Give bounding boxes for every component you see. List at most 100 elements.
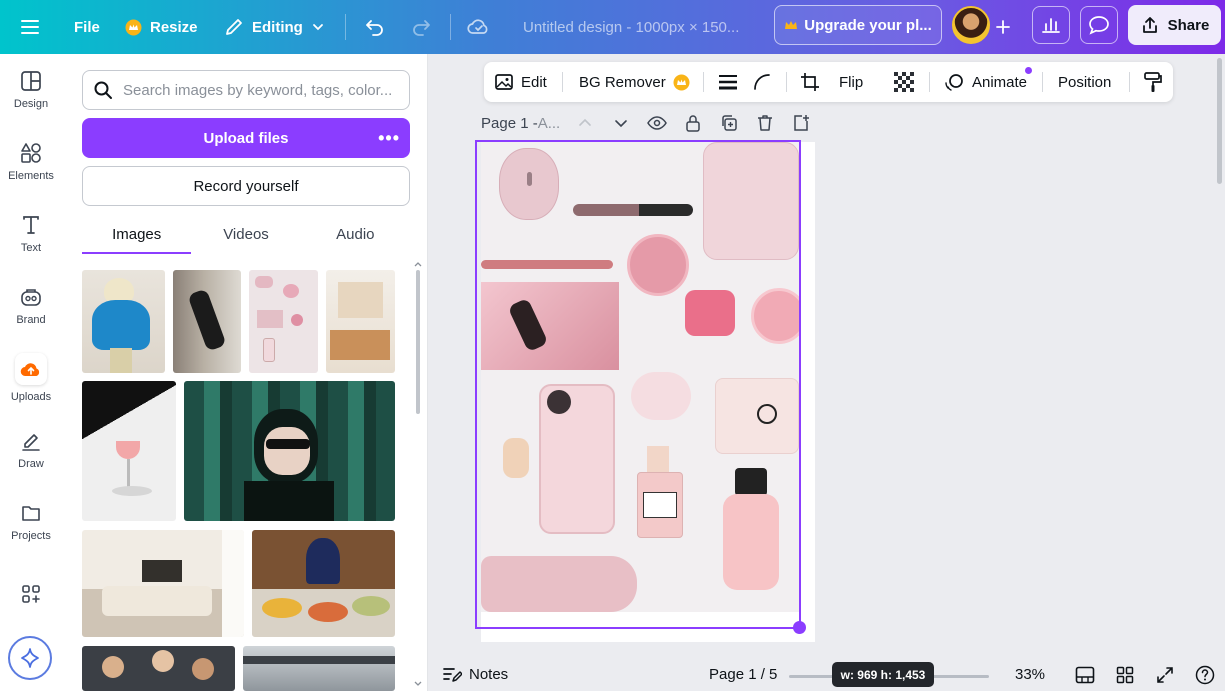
- upload-thumbnail[interactable]: [82, 530, 244, 637]
- copy-style-button[interactable]: [1143, 62, 1163, 102]
- save-status-button[interactable]: [467, 0, 491, 54]
- edit-image-button[interactable]: Edit: [494, 62, 547, 102]
- notes-button[interactable]: Notes: [442, 658, 508, 691]
- crown-icon: [785, 21, 798, 29]
- upload-thumbnail[interactable]: [243, 646, 395, 691]
- media-tabs: Images Videos Audio: [82, 214, 410, 254]
- rail-item-brand[interactable]: Brand: [0, 270, 62, 342]
- scroll-up-icon[interactable]: [414, 260, 422, 268]
- sparkle-icon: [21, 648, 39, 668]
- size-tooltip-text: w: 969 h: 1,453: [840, 667, 926, 682]
- search-input[interactable]: [123, 81, 393, 99]
- help-button[interactable]: [1195, 658, 1215, 691]
- document-title[interactable]: Untitled design - 1000px × 150...: [523, 0, 739, 54]
- rail-item-draw[interactable]: Draw: [0, 414, 62, 486]
- search-icon: [94, 81, 112, 99]
- flip-button[interactable]: Flip: [839, 62, 863, 102]
- image-edit-icon: [495, 74, 513, 90]
- transparency-button[interactable]: [893, 62, 915, 102]
- page-header[interactable]: Page 1 - A...: [481, 110, 560, 136]
- insights-button[interactable]: [1032, 6, 1070, 44]
- tab-videos[interactable]: Videos: [191, 214, 300, 254]
- upload-thumbnail[interactable]: [173, 270, 241, 373]
- page-indicator[interactable]: Page 1 / 5: [709, 658, 777, 691]
- upload-thumbnail[interactable]: [326, 270, 395, 373]
- selection-frame: [475, 140, 801, 629]
- editing-label: Editing: [252, 18, 303, 36]
- fullscreen-button[interactable]: [1156, 658, 1174, 691]
- cloud-check-icon: [467, 19, 488, 34]
- hide-page-button[interactable]: [646, 112, 668, 134]
- eye-icon: [647, 116, 667, 130]
- chevron-up-icon: [579, 118, 591, 126]
- scroll-down-icon[interactable]: [414, 680, 422, 688]
- upload-files-button[interactable]: Upload files •••: [82, 118, 410, 158]
- duplicate-page-button[interactable]: [718, 112, 740, 134]
- lock-icon: [686, 115, 700, 132]
- delete-page-button[interactable]: [754, 112, 776, 134]
- corner-rounding-button[interactable]: [752, 62, 772, 102]
- file-menu-button[interactable]: File: [74, 0, 100, 54]
- add-page-button[interactable]: [790, 112, 812, 134]
- folder-icon: [22, 506, 40, 521]
- lock-page-button[interactable]: [682, 112, 704, 134]
- notes-icon: [443, 667, 462, 682]
- bg-remover-button[interactable]: BG Remover: [579, 62, 690, 102]
- redo-button[interactable]: [410, 0, 432, 54]
- page-indicator-text: Page 1 / 5: [709, 666, 778, 683]
- animate-icon: [945, 74, 963, 91]
- page-up-button[interactable]: [574, 112, 596, 134]
- rail-item-design[interactable]: Design: [0, 54, 62, 126]
- hamburger-icon: [21, 20, 39, 34]
- upload-thumbnail[interactable]: [82, 646, 235, 691]
- upload-thumbnail[interactable]: [82, 381, 176, 521]
- editing-mode-button[interactable]: Editing: [224, 0, 325, 54]
- crop-button[interactable]: [800, 62, 820, 102]
- resize-button[interactable]: Resize: [125, 0, 198, 54]
- magic-assistant-button[interactable]: [8, 636, 52, 680]
- panel-scroll-thumb[interactable]: [416, 270, 420, 414]
- more-options-icon[interactable]: •••: [378, 128, 400, 149]
- canvas-scrollbar[interactable]: [1217, 58, 1222, 184]
- redo-icon: [413, 20, 430, 36]
- context-toolbar: Edit BG Remover Flip Animate Position: [484, 62, 1173, 102]
- record-yourself-button[interactable]: Record yourself: [82, 166, 410, 206]
- search-box[interactable]: [82, 70, 410, 110]
- help-icon: [1195, 665, 1215, 684]
- page-down-button[interactable]: [610, 112, 632, 134]
- undo-button[interactable]: [364, 0, 386, 54]
- rail-item-apps[interactable]: [0, 558, 62, 630]
- divider: [929, 72, 930, 92]
- text-icon: [23, 216, 39, 234]
- share-button[interactable]: Share: [1128, 5, 1221, 45]
- tab-images[interactable]: Images: [82, 214, 192, 254]
- resize-handle[interactable]: [793, 621, 806, 634]
- tab-label: Images: [112, 225, 162, 243]
- upload-thumbnail[interactable]: [82, 270, 165, 373]
- flip-label: Flip: [839, 73, 864, 91]
- apps-icon: [22, 585, 40, 603]
- divider: [1042, 72, 1043, 92]
- bar-chart-icon: [1042, 18, 1060, 33]
- border-style-button[interactable]: [718, 62, 738, 102]
- upload-thumbnail[interactable]: [184, 381, 395, 521]
- page-title-placeholder[interactable]: A...: [538, 115, 561, 132]
- upload-thumbnail[interactable]: [249, 270, 318, 373]
- upload-thumbnail[interactable]: [252, 530, 395, 637]
- main-menu-button[interactable]: [20, 0, 40, 54]
- add-collaborator-button[interactable]: [994, 0, 1012, 54]
- animate-button[interactable]: Animate: [943, 62, 1032, 102]
- rail-item-text[interactable]: Text: [0, 198, 62, 270]
- rail-item-uploads[interactable]: Uploads: [0, 342, 62, 414]
- position-button[interactable]: Position: [1058, 62, 1111, 102]
- pages-view-button[interactable]: [1075, 658, 1095, 691]
- rail-item-projects[interactable]: Projects: [0, 486, 62, 558]
- comments-button[interactable]: [1080, 6, 1118, 44]
- upgrade-button[interactable]: Upgrade your pl...: [774, 5, 942, 45]
- animate-label: Animate: [972, 73, 1028, 91]
- zoom-level[interactable]: 33%: [1015, 658, 1045, 691]
- tab-audio[interactable]: Audio: [301, 214, 410, 254]
- rail-item-elements[interactable]: Elements: [0, 126, 62, 198]
- grid-view-button[interactable]: [1116, 658, 1134, 691]
- avatar[interactable]: [952, 6, 990, 44]
